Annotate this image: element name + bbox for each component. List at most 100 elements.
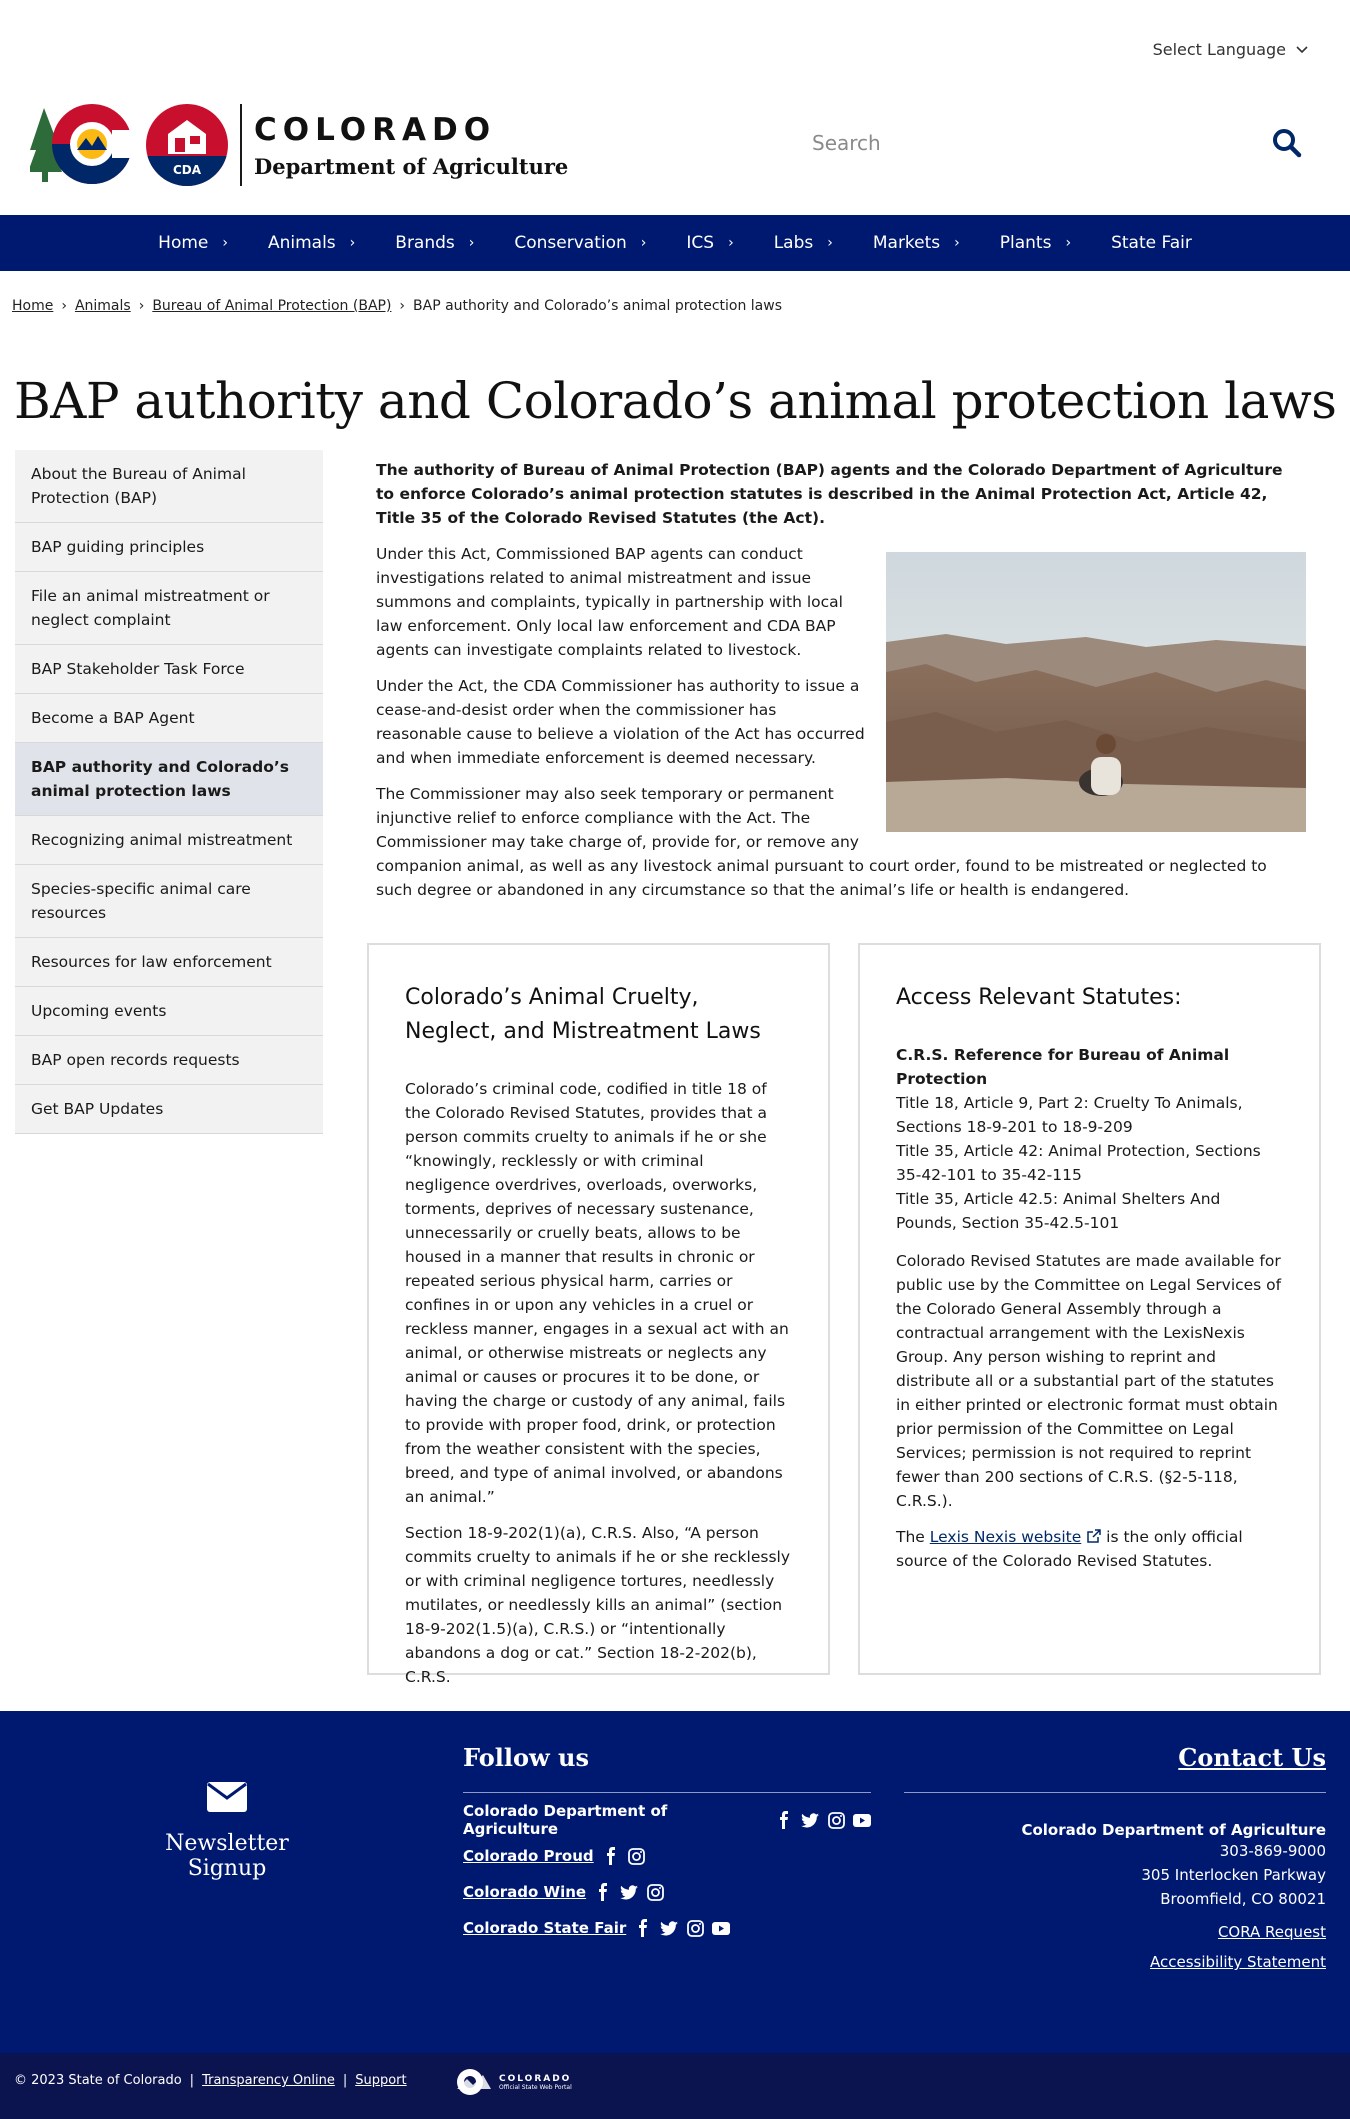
canyon-photo-image <box>886 552 1306 832</box>
sidebar-item-guiding-principles[interactable]: BAP guiding principles <box>15 523 323 572</box>
chevron-right-icon: › <box>222 235 228 251</box>
search-input[interactable] <box>800 131 1240 155</box>
cora-request-link[interactable]: CORA Request <box>904 1923 1326 1941</box>
nav-plants[interactable]: Plants › <box>980 233 1091 253</box>
facebook-icon[interactable] <box>594 1883 612 1901</box>
accessibility-statement-link[interactable]: Accessibility Statement <box>904 1953 1326 1971</box>
social-row-colorado-proud: Colorado Proud <box>463 1847 871 1865</box>
cruelty-laws-paragraph-2: Section 18-9-202(1)(a), C.R.S. Also, “A … <box>405 1524 791 1686</box>
follow-us-section: Follow us Colorado Department of Agricul… <box>463 1743 871 1937</box>
sidebar-item-authority[interactable]: BAP authority and Colorado’s animal prot… <box>15 743 323 816</box>
crs-reference-heading: C.R.S. Reference for Bureau of Animal Pr… <box>896 1046 1230 1088</box>
instagram-icon[interactable] <box>686 1919 704 1937</box>
chevron-right-icon: › <box>468 235 475 251</box>
sidebar-item-become-agent[interactable]: Become a BAP Agent <box>15 694 323 743</box>
search-icon[interactable] <box>1272 128 1302 158</box>
footer-separator: | <box>189 2073 195 2088</box>
nav-animals[interactable]: Animals › <box>248 233 375 253</box>
breadcrumb-bap[interactable]: Bureau of Animal Protection (BAP) <box>152 298 391 314</box>
crs-reference-line: Title 35, Article 42.5: Animal Shelters … <box>896 1190 1221 1232</box>
sidebar-item-about[interactable]: About the Bureau of Animal Protection (B… <box>15 450 323 523</box>
statutes-paragraph: Colorado Revised Statutes are made avail… <box>896 1252 1282 1510</box>
chevron-right-icon: › <box>1065 235 1072 251</box>
facebook-icon[interactable] <box>602 1847 620 1865</box>
nav-labs[interactable]: Labs › <box>754 233 853 253</box>
search-bar <box>800 118 1320 168</box>
facebook-icon[interactable] <box>634 1919 652 1937</box>
instagram-icon[interactable] <box>646 1883 664 1901</box>
colorado-flag-logo-icon <box>30 104 134 184</box>
transparency-online-link[interactable]: Transparency Online <box>202 2073 335 2088</box>
breadcrumb-separator: › <box>61 298 67 314</box>
intro-paragraph: The authority of Bureau of Animal Protec… <box>376 461 1283 527</box>
nav-conservation[interactable]: Conservation › <box>494 233 666 253</box>
lexis-nexis-link[interactable]: Lexis Nexis website <box>930 1528 1082 1546</box>
nav-markets[interactable]: Markets › <box>853 233 980 253</box>
cda-logo[interactable]: CDA COLORADO Department of Agriculture <box>30 100 568 190</box>
social-row-state-fair: Colorado State Fair <box>463 1919 871 1937</box>
chevron-down-icon <box>1296 45 1308 53</box>
social-label: Colorado Department of Agriculture <box>463 1802 668 1838</box>
colorado-wine-link[interactable]: Colorado Wine <box>463 1883 586 1901</box>
language-selector[interactable]: Select Language <box>1153 40 1308 59</box>
chevron-right-icon: › <box>640 235 647 251</box>
language-label: Select Language <box>1152 40 1286 59</box>
sidebar-item-species-care[interactable]: Species-specific animal care resources <box>15 865 323 938</box>
breadcrumb-separator: › <box>138 298 145 314</box>
breadcrumb-current: BAP authority and Colorado’s animal prot… <box>413 298 783 314</box>
social-row-cda: Colorado Department of Agriculture <box>463 1802 871 1838</box>
newsletter-signup[interactable]: Newsletter Signup <box>124 1781 330 1881</box>
external-link-icon <box>1087 1529 1101 1543</box>
sidebar-item-recognizing[interactable]: Recognizing animal mistreatment <box>15 816 323 865</box>
colorado-proud-link[interactable]: Colorado Proud <box>463 1847 594 1865</box>
sidebar-item-file-complaint[interactable]: File an animal mistreatment or neglect c… <box>15 572 323 645</box>
colorado-official-portal-logo[interactable]: COLORADO Official State Web Portal <box>455 2067 572 2097</box>
contact-phone: 303-869-9000 <box>1219 1842 1326 1860</box>
twitter-icon[interactable] <box>620 1883 639 1901</box>
cruelty-laws-title: Colorado’s Animal Cruelty, Neglect, and … <box>405 985 761 1044</box>
sidebar-item-law-enforcement[interactable]: Resources for law enforcement <box>15 938 323 987</box>
statutes-card: Access Relevant Statutes: C.R.S. Referen… <box>858 943 1321 1675</box>
footer-bottom-bar: © 2023 State of Colorado | Transparency … <box>0 2053 1350 2119</box>
twitter-icon[interactable] <box>660 1919 679 1937</box>
newsletter-label: Newsletter Signup <box>165 1831 289 1881</box>
portal-logo-title: COLORADO <box>499 2073 572 2084</box>
svg-text:CDA: CDA <box>173 163 202 177</box>
support-link[interactable]: Support <box>355 2073 406 2088</box>
statutes-title: Access Relevant Statutes: <box>896 985 1182 1010</box>
contact-org: Colorado Department of Agriculture <box>1021 1821 1326 1839</box>
contact-street: 305 Interlocken Parkway <box>1141 1866 1326 1884</box>
nav-brands[interactable]: Brands › <box>375 233 494 253</box>
nav-ics[interactable]: ICS › <box>666 233 753 253</box>
sidebar-nav: About the Bureau of Animal Protection (B… <box>15 450 323 1134</box>
social-row-colorado-wine: Colorado Wine <box>463 1883 871 1901</box>
copyright: © 2023 State of Colorado <box>14 2073 182 2088</box>
nav-home[interactable]: Home › <box>138 233 248 253</box>
nav-state-fair[interactable]: State Fair <box>1091 233 1212 253</box>
crs-reference-line: Title 35, Article 42: Animal Protection,… <box>896 1142 1261 1184</box>
breadcrumb-separator: › <box>399 298 406 314</box>
breadcrumb-animals[interactable]: Animals <box>75 298 131 314</box>
cruelty-laws-card: Colorado’s Animal Cruelty, Neglect, and … <box>367 943 830 1686</box>
breadcrumb-home[interactable]: Home <box>12 298 53 314</box>
sidebar-item-task-force[interactable]: BAP Stakeholder Task Force <box>15 645 323 694</box>
lexis-paragraph: The Lexis Nexis website is the only offi… <box>896 1528 1243 1570</box>
sidebar-item-updates[interactable]: Get BAP Updates <box>15 1085 323 1134</box>
youtube-icon[interactable] <box>712 1919 731 1937</box>
sidebar-item-events[interactable]: Upcoming events <box>15 987 323 1036</box>
state-fair-link[interactable]: Colorado State Fair <box>463 1919 626 1937</box>
instagram-icon[interactable] <box>628 1847 646 1865</box>
instagram-icon[interactable] <box>827 1811 845 1829</box>
facebook-icon[interactable] <box>775 1811 793 1829</box>
footer: Newsletter Signup Follow us Colorado Dep… <box>0 1711 1350 2053</box>
contact-section: Contact Us Colorado Department of Agricu… <box>904 1743 1326 1971</box>
logo-divider <box>240 104 242 186</box>
sidebar-item-open-records[interactable]: BAP open records requests <box>15 1036 323 1085</box>
portal-logo-subtitle: Official State Web Portal <box>499 2083 572 2091</box>
contact-us-link[interactable]: Contact Us <box>904 1743 1326 1793</box>
youtube-icon[interactable] <box>853 1811 871 1829</box>
main-nav: Home › Animals › Brands › Conservation › ICS… <box>0 215 1350 271</box>
twitter-icon[interactable] <box>801 1811 820 1829</box>
colorado-c-logo-icon <box>457 2069 491 2095</box>
footer-separator: | <box>342 2073 348 2088</box>
